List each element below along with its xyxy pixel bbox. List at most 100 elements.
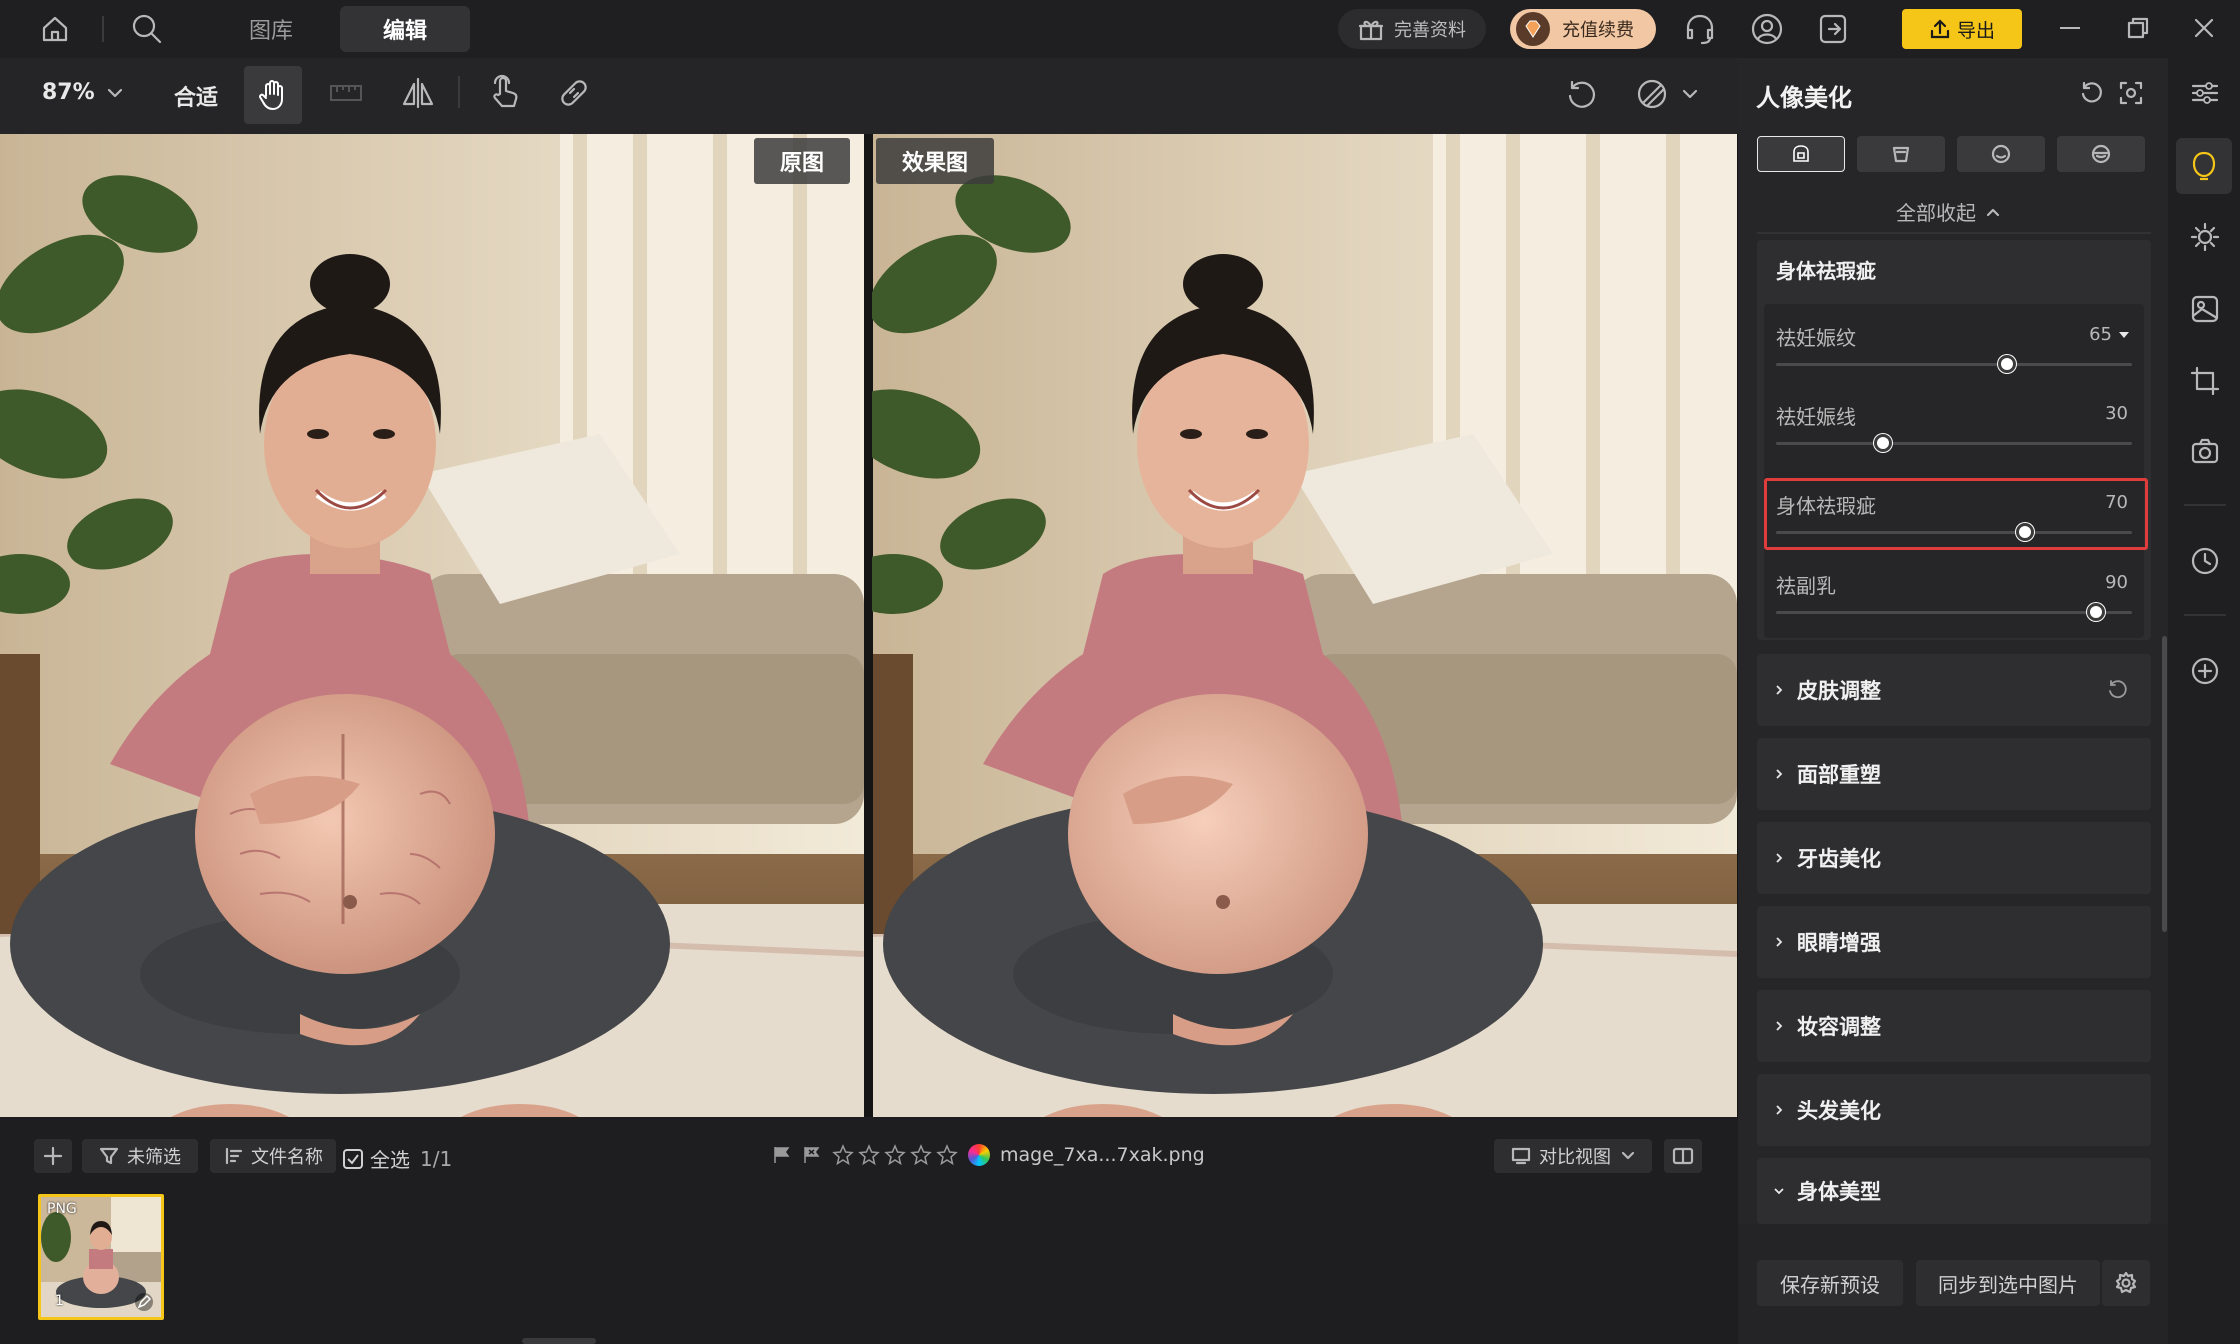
- complete-profile-button[interactable]: 完善资料: [1338, 9, 1486, 49]
- reject-flag-icon[interactable]: [802, 1145, 822, 1165]
- section-header[interactable]: 头发美化: [1757, 1074, 2151, 1146]
- result-badge: 效果图: [876, 138, 995, 184]
- touch-icon[interactable]: [486, 74, 522, 110]
- chevron-right-icon: [1776, 1021, 1783, 1031]
- export-button[interactable]: 导出: [1902, 9, 2022, 49]
- chevron-down-icon: [1682, 89, 1698, 99]
- split-view-button[interactable]: [1664, 1139, 1702, 1173]
- star-icon[interactable]: [884, 1144, 906, 1166]
- chevron-right-icon: [1776, 853, 1783, 863]
- select-all-checkbox[interactable]: 全选 1/1: [342, 1144, 452, 1173]
- ruler-icon[interactable]: [328, 78, 364, 108]
- star-icon[interactable]: [858, 1144, 880, 1166]
- camera-icon[interactable]: [2190, 436, 2220, 466]
- zoom-select[interactable]: 87%: [42, 80, 123, 105]
- slider-value[interactable]: 65: [2089, 324, 2112, 345]
- category-tab-portrait[interactable]: [1757, 136, 1845, 172]
- plus-icon: [43, 1146, 63, 1166]
- section-header[interactable]: 妆容调整: [1757, 990, 2151, 1062]
- checkbox-icon: [343, 1148, 363, 1169]
- reset-icon[interactable]: [1564, 78, 1598, 112]
- sun-icon[interactable]: [2190, 222, 2220, 252]
- slider-track[interactable]: [1776, 442, 2132, 445]
- slider-handle[interactable]: [1998, 355, 2016, 373]
- makeup-icon: [2091, 144, 2111, 164]
- gem-icon: [1516, 12, 1550, 46]
- recharge-button[interactable]: 充值续费: [1510, 9, 1656, 49]
- crop-icon[interactable]: [2190, 366, 2220, 396]
- thumbnail[interactable]: PNG 1: [38, 1194, 164, 1320]
- add-button[interactable]: [34, 1139, 72, 1173]
- compare-view-select[interactable]: 对比视图: [1494, 1139, 1652, 1173]
- tab-library[interactable]: 图库: [212, 6, 330, 52]
- logout-icon[interactable]: [1816, 12, 1850, 46]
- slider-row: 祛妊娠纹 65: [1776, 322, 2132, 380]
- rail-portrait-button[interactable]: [2176, 138, 2232, 194]
- save-preset-button[interactable]: 保存新预设: [1757, 1260, 1903, 1306]
- recharge-label: 充值续费: [1562, 20, 1634, 41]
- color-label-icon[interactable]: [968, 1144, 990, 1166]
- section-reset-icon[interactable]: [2105, 678, 2129, 702]
- zoom-value: 87%: [42, 80, 95, 105]
- slider-track[interactable]: [1776, 363, 2132, 366]
- section-header[interactable]: 眼睛增强: [1757, 906, 2151, 978]
- original-photo: [0, 134, 864, 1117]
- caret-down-icon[interactable]: [2118, 331, 2130, 339]
- flip-icon[interactable]: [400, 76, 436, 110]
- image-edit-icon[interactable]: [2190, 294, 2220, 324]
- settings-button[interactable]: [2102, 1260, 2150, 1306]
- minimize-icon[interactable]: [2060, 27, 2080, 29]
- filter-icon: [99, 1147, 119, 1165]
- restore-icon[interactable]: [2126, 16, 2150, 40]
- home-icon[interactable]: [40, 14, 70, 44]
- section-header[interactable]: 牙齿美化: [1757, 822, 2151, 894]
- filmstrip-scrollbar[interactable]: [522, 1338, 596, 1344]
- category-tab-face[interactable]: [1957, 136, 2045, 172]
- category-tab-makeup[interactable]: [2057, 136, 2145, 172]
- divider: [2184, 504, 2226, 506]
- section-label: 面部重塑: [1797, 763, 1881, 787]
- slider-value[interactable]: 30: [2105, 403, 2128, 424]
- category-tab-body[interactable]: [1857, 136, 1945, 172]
- section-label: 身体美型: [1797, 1180, 1881, 1204]
- search-icon[interactable]: [130, 12, 164, 46]
- flag-icon[interactable]: [772, 1145, 792, 1165]
- star-icon[interactable]: [832, 1144, 854, 1166]
- star-icon[interactable]: [936, 1144, 958, 1166]
- highlight-box: [1764, 478, 2148, 550]
- panel-reset-icon[interactable]: [2078, 80, 2104, 106]
- hand-tool-button[interactable]: [244, 66, 302, 124]
- slider-handle[interactable]: [2087, 603, 2105, 621]
- filter-button[interactable]: 未筛选: [82, 1139, 198, 1173]
- close-icon[interactable]: [2192, 16, 2216, 40]
- tab-edit[interactable]: 编辑: [340, 6, 470, 52]
- slider-handle[interactable]: [1874, 434, 1892, 452]
- face-scan-icon[interactable]: [2118, 80, 2144, 106]
- slider-track[interactable]: [1776, 611, 2132, 614]
- chevron-down-icon: [1621, 1151, 1635, 1160]
- add-tool-icon[interactable]: [2190, 656, 2220, 686]
- panel-scrollbar[interactable]: [2162, 636, 2167, 932]
- slider-row: 祛副乳 90: [1776, 570, 2132, 628]
- adjust-sliders-icon[interactable]: [2190, 78, 2220, 108]
- headset-icon[interactable]: [1682, 12, 1718, 46]
- overlay-select[interactable]: [1634, 76, 1698, 112]
- section-header[interactable]: 身体美型: [1757, 1158, 2151, 1224]
- collapse-all-button[interactable]: 全部收起: [1896, 197, 2000, 226]
- gift-icon: [1358, 20, 1384, 41]
- sort-button[interactable]: 文件名称: [210, 1139, 336, 1173]
- sync-button[interactable]: 同步到选中图片: [1916, 1260, 2100, 1306]
- history-icon[interactable]: [2190, 546, 2220, 576]
- star-rating[interactable]: [832, 1144, 958, 1166]
- thumbnail-type: PNG: [47, 1201, 77, 1217]
- sort-icon: [225, 1147, 243, 1165]
- fit-button[interactable]: 合适: [174, 80, 218, 112]
- slider-value[interactable]: 90: [2105, 572, 2128, 593]
- select-all-label: 全选: [370, 1148, 410, 1172]
- star-icon[interactable]: [910, 1144, 932, 1166]
- bandage-icon[interactable]: [556, 76, 592, 110]
- section-header[interactable]: 面部重塑: [1757, 738, 2151, 810]
- section-header[interactable]: 皮肤调整: [1757, 654, 2151, 726]
- chevron-down-icon: [1774, 1188, 1784, 1195]
- user-icon[interactable]: [1750, 12, 1784, 46]
